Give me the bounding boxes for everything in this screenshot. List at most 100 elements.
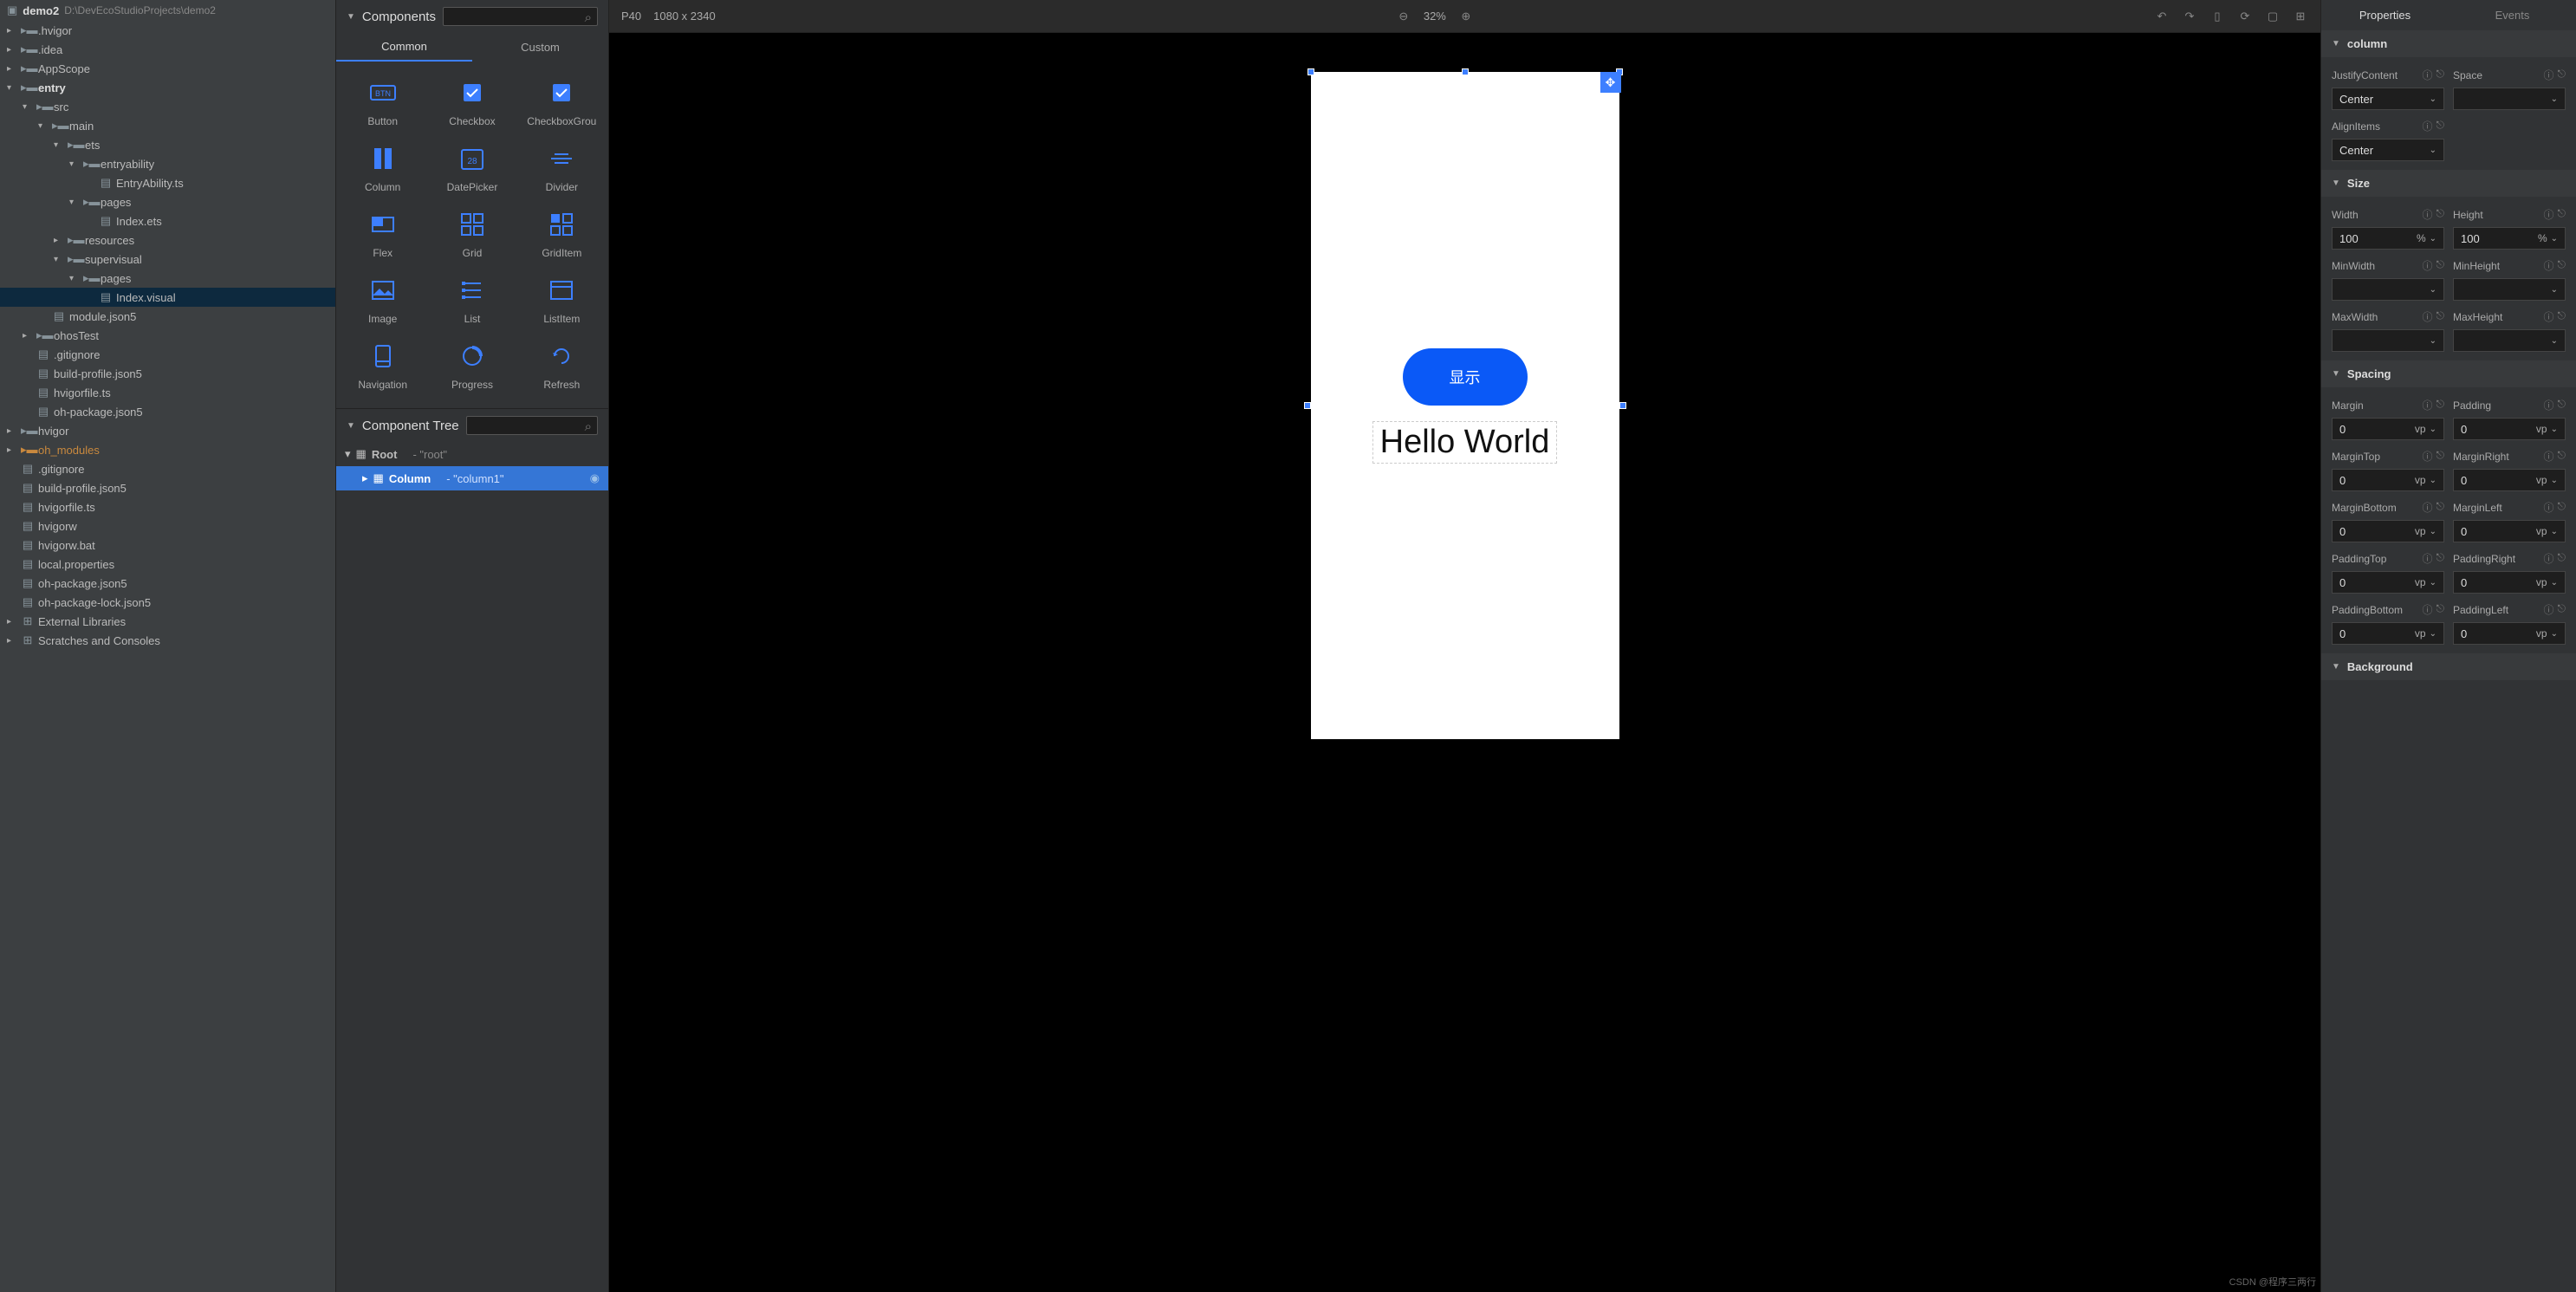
tree-item[interactable]: ▤Index.visual — [0, 288, 335, 307]
expand-icon[interactable]: ▾ — [23, 102, 33, 112]
tree-item[interactable]: ▾▸▬supervisual — [0, 250, 335, 269]
link-icon[interactable]: ⎋ — [2436, 551, 2445, 566]
info-icon[interactable]: ⓘ — [2422, 551, 2432, 566]
component-checkbox[interactable]: Checkbox — [429, 72, 515, 134]
show-button[interactable]: 显示 — [1403, 348, 1528, 406]
input-marginright[interactable]: 0vp⌄ — [2453, 469, 2566, 491]
components-search[interactable]: ⌕ — [443, 7, 598, 26]
canvas-stage[interactable]: ✥ 显示 Hello World — [609, 33, 2320, 1292]
tree-item[interactable]: ▾▸▬entry — [0, 78, 335, 97]
link-icon[interactable]: ⎋ — [2436, 68, 2445, 82]
link-icon[interactable]: ⎋ — [2436, 207, 2445, 222]
link-icon[interactable]: ⎋ — [2436, 449, 2445, 464]
chevron-down-icon[interactable]: ⌄ — [2551, 234, 2558, 243]
link-icon[interactable]: ⎋ — [2558, 207, 2566, 222]
tree-item[interactable]: ▾▸▬ets — [0, 135, 335, 154]
tree-item[interactable]: ▸▸▬resources — [0, 230, 335, 250]
expand-icon[interactable]: ▸ — [7, 45, 17, 55]
component-progress[interactable]: Progress — [429, 335, 515, 398]
tree-item[interactable]: ▤Index.ets — [0, 211, 335, 230]
tab-properties[interactable]: Properties — [2321, 0, 2449, 30]
expand-icon[interactable]: ▾ — [69, 198, 80, 207]
chevron-down-icon[interactable]: ⌄ — [2551, 336, 2558, 346]
tree-item[interactable]: ▤local.properties — [0, 555, 335, 574]
tab-common[interactable]: Common — [336, 33, 472, 62]
link-icon[interactable]: ⎋ — [2558, 551, 2566, 566]
info-icon[interactable]: ⓘ — [2543, 68, 2553, 82]
input-marginleft[interactable]: 0vp⌄ — [2453, 520, 2566, 542]
component-column[interactable]: Column — [340, 138, 425, 200]
component-list[interactable]: List — [429, 269, 515, 332]
chevron-down-icon[interactable]: ⌄ — [2430, 527, 2436, 536]
link-icon[interactable]: ⎋ — [2436, 602, 2445, 617]
input-minwidth[interactable]: ⌄ — [2332, 278, 2444, 301]
chevron-down-icon[interactable]: ⌄ — [2551, 425, 2558, 434]
info-icon[interactable]: ⓘ — [2543, 449, 2553, 464]
chevron-down-icon[interactable]: ⌄ — [2551, 578, 2558, 588]
tree-item[interactable]: ▸▸▬hvigor — [0, 421, 335, 440]
tree-item[interactable]: ▤module.json5 — [0, 307, 335, 326]
info-icon[interactable]: ⓘ — [2422, 207, 2432, 222]
section-size[interactable]: ▼Size — [2321, 170, 2576, 197]
tree-item[interactable]: ▸⊞Scratches and Consoles — [0, 631, 335, 650]
input-paddingtop[interactable]: 0vp⌄ — [2332, 571, 2444, 594]
chevron-down-icon[interactable]: ⌄ — [2430, 234, 2436, 243]
expand-icon[interactable]: ▸ — [7, 445, 17, 455]
expand-icon[interactable]: ▸ — [7, 64, 17, 74]
expand-icon[interactable]: ▸ — [362, 471, 368, 485]
tree-item[interactable]: ▤build-profile.json5 — [0, 478, 335, 497]
info-icon[interactable]: ⓘ — [2422, 258, 2432, 273]
tree-item[interactable]: ▤.gitignore — [0, 459, 335, 478]
tree-item[interactable]: ▤EntryAbility.ts — [0, 173, 335, 192]
chevron-down-icon[interactable]: ⌄ — [2551, 476, 2558, 485]
tree-item[interactable]: ▤hvigorfile.ts — [0, 497, 335, 516]
collapse-icon[interactable]: ▼ — [2332, 369, 2340, 379]
expand-icon[interactable]: ▾ — [69, 274, 80, 283]
link-icon[interactable]: ⎋ — [2558, 258, 2566, 273]
chevron-down-icon[interactable]: ⌄ — [2551, 285, 2558, 295]
component-datepicker[interactable]: 28DatePicker — [429, 138, 515, 200]
expand-icon[interactable]: ▾ — [345, 447, 351, 461]
input-justifycontent[interactable]: Center⌄ — [2332, 88, 2444, 110]
component-flex[interactable]: Flex — [340, 204, 425, 266]
tree-item[interactable]: ▤oh-package.json5 — [0, 574, 335, 593]
section-spacing[interactable]: ▼Spacing — [2321, 360, 2576, 387]
zoom-out-icon[interactable]: ⊖ — [1396, 10, 1411, 23]
chevron-down-icon[interactable]: ⌄ — [2430, 336, 2436, 346]
info-icon[interactable]: ⓘ — [2543, 500, 2553, 515]
link-icon[interactable]: ⎋ — [2558, 68, 2566, 82]
expand-icon[interactable]: ▾ — [38, 121, 49, 131]
visibility-icon[interactable]: ◉ — [590, 471, 600, 485]
input-paddingbottom[interactable]: 0vp⌄ — [2332, 622, 2444, 645]
chevron-down-icon[interactable]: ⌄ — [2430, 146, 2436, 155]
frame-icon[interactable]: ▢ — [2265, 10, 2281, 23]
info-icon[interactable]: ⓘ — [2422, 398, 2432, 412]
column-component[interactable]: 显示 Hello World — [1311, 72, 1619, 739]
tree-item[interactable]: ▸▸▬AppScope — [0, 59, 335, 78]
input-marginbottom[interactable]: 0vp⌄ — [2332, 520, 2444, 542]
collapse-icon[interactable]: ▼ — [2332, 39, 2340, 49]
section-column[interactable]: ▼column — [2321, 30, 2576, 57]
tree-item[interactable]: ▤hvigorw — [0, 516, 335, 536]
chevron-down-icon[interactable]: ⌄ — [2551, 527, 2558, 536]
expand-icon[interactable]: ▾ — [7, 83, 17, 93]
zoom-in-icon[interactable]: ⊕ — [1458, 10, 1474, 23]
info-icon[interactable]: ⓘ — [2422, 449, 2432, 464]
undo-icon[interactable]: ↶ — [2154, 10, 2170, 23]
link-icon[interactable]: ⎋ — [2436, 500, 2445, 515]
tree-item[interactable]: ▾▸▬pages — [0, 192, 335, 211]
tree-row-root[interactable]: ▾▦Root- "root" — [336, 442, 608, 466]
collapse-icon[interactable]: ▼ — [2332, 662, 2340, 672]
tree-item[interactable]: ▤oh-package-lock.json5 — [0, 593, 335, 612]
expand-icon[interactable]: ▸ — [54, 236, 64, 245]
file-tree[interactable]: ▸▸▬.hvigor▸▸▬.idea▸▸▬AppScope▾▸▬entry▾▸▬… — [0, 21, 335, 612]
collapse-icon[interactable]: ▼ — [347, 12, 355, 22]
chevron-down-icon[interactable]: ⌄ — [2551, 629, 2558, 639]
hello-text[interactable]: Hello World — [1372, 421, 1558, 464]
chevron-down-icon[interactable]: ⌄ — [2430, 629, 2436, 639]
chevron-down-icon[interactable]: ⌄ — [2430, 94, 2436, 104]
input-paddingright[interactable]: 0vp⌄ — [2453, 571, 2566, 594]
component-divider[interactable]: Divider — [519, 138, 605, 200]
info-icon[interactable]: ⓘ — [2543, 309, 2553, 324]
tab-events[interactable]: Events — [2449, 0, 2576, 30]
